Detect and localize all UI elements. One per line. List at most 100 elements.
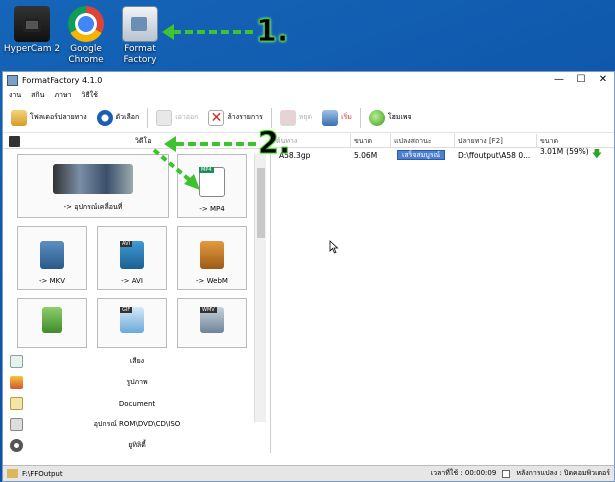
callout-1: 1.	[255, 14, 289, 50]
tile-webm[interactable]: -> WebM	[177, 226, 247, 290]
tile-mobile-device[interactable]: -> อุปกรณ์เคลื่อนที่	[17, 154, 169, 218]
green-film-icon	[42, 307, 62, 333]
status-badge: เสร็จสมบูรณ์	[397, 149, 446, 160]
elapsed-time: เวลาที่ใช้ : 00:00:09	[430, 469, 497, 477]
category-list: เสียง รูปภาพ Document อุปกรณ์ ROM\DVD\CD…	[3, 351, 271, 456]
close-button[interactable]: ✕	[592, 72, 614, 88]
folder-icon	[11, 109, 27, 126]
col-out-size[interactable]: ขนาด	[537, 134, 614, 147]
category-pane: วิดีโอ -> อุปกรณ์เคลื่อนที่ MP4 -> MP4 -…	[3, 134, 271, 453]
output-size-cell: 3.01M (59%) 🡇	[537, 147, 614, 164]
output-size: 3.01M	[540, 146, 564, 156]
scrollbar-thumb[interactable]	[257, 168, 265, 238]
mobile-devices-icon	[53, 164, 133, 194]
menu-help[interactable]: วิธีใช้	[82, 90, 98, 101]
camera-icon	[14, 6, 50, 42]
desktop-icon-label: Google Chrome	[68, 44, 104, 65]
minimize-button[interactable]: —	[548, 72, 570, 88]
options-label: ตัวเลือก	[115, 113, 140, 121]
after-convert-label: หลังการแปลง : ปิดคอมพิวเตอร์	[516, 469, 610, 477]
source-size: 5.06M	[354, 150, 378, 160]
category-label: อุปกรณ์ ROM\DVD\CD\ISO	[93, 420, 181, 428]
remove-button[interactable]: เอาออก	[152, 106, 202, 130]
table-row[interactable]: A58.3gp 5.06M เสร็จสมบูรณ์ D:\ffoutput\A…	[273, 147, 614, 164]
output-folder-path[interactable]: F:\FFOutput	[22, 470, 63, 478]
tile-label: -> WebM	[196, 277, 228, 285]
category-label: รูปภาพ	[126, 378, 148, 386]
category-label: Document	[118, 399, 156, 408]
output-folder-button[interactable]: โฟลเดอร์ปลายทาง	[7, 106, 91, 130]
status-cell: เสร็จสมบูรณ์	[391, 149, 455, 161]
stop-icon	[279, 109, 296, 126]
clear-list-label: ล้างรายการ	[227, 113, 263, 121]
gif-icon: GIF	[120, 307, 144, 333]
category-header-label: วิดีโอ	[135, 136, 152, 145]
format-factory-desktop-icon[interactable]: Format Factory	[110, 6, 170, 66]
output-folder-label: โฟลเดอร์ปลายทาง	[30, 113, 87, 121]
menu-bar: งาน สกิน ภาษา วิธีใช้	[3, 88, 614, 103]
output-path: D:\ffoutput\A58 0...	[458, 150, 531, 160]
format-factory-window: FormatFactory 4.1.0 — ☐ ✕ งาน สกิน ภาษา …	[2, 71, 615, 482]
output-folder-icon	[7, 469, 18, 478]
tile-avi[interactable]: AVI -> AVI	[97, 226, 167, 290]
start-button[interactable]: เริ่ม	[318, 106, 356, 130]
callout-2: 2.	[257, 126, 291, 162]
start-label: เริ่ม	[341, 113, 352, 121]
tile-label: -> อุปกรณ์เคลื่อนที่	[63, 203, 123, 211]
category-document[interactable]: Document	[3, 393, 271, 414]
tile-format-6[interactable]	[17, 298, 87, 348]
options-icon	[96, 109, 113, 126]
video-category-icon	[9, 135, 20, 147]
desktop-icon-label: Format Factory	[123, 44, 157, 65]
maximize-button[interactable]: ☐	[570, 72, 592, 88]
tile-gif[interactable]: GIF	[97, 298, 167, 348]
task-list-pane: ต้นทาง ขนาด แปลงสถานะ ปลายทาง [F2] ขนาด …	[273, 134, 614, 453]
col-status[interactable]: แปลงสถานะ	[391, 134, 455, 147]
category-label: ยูทิลิตี้	[128, 441, 146, 449]
tile-label: -> MKV	[38, 277, 66, 285]
callout-diagonal-arrow	[152, 148, 200, 190]
homepage-button[interactable]: โฮมเพจ	[365, 106, 416, 130]
homepage-label: โฮมเพจ	[387, 113, 412, 121]
remove-label: เอาออก	[175, 113, 199, 121]
wmv-icon: WMV	[200, 307, 224, 333]
remove-icon	[156, 109, 173, 126]
after-convert-checkbox[interactable]	[502, 469, 511, 478]
category-picture[interactable]: รูปภาพ	[3, 372, 271, 393]
avi-film-icon: AVI	[120, 241, 144, 269]
menu-skin[interactable]: สกิน	[31, 90, 44, 101]
compression-ratio: (59%)	[566, 146, 589, 156]
menu-task[interactable]: งาน	[9, 90, 21, 101]
toolbar: โฟลเดอร์ปลายทาง ตัวเลือก เอาออก ✕ ล้างรา…	[3, 103, 614, 133]
callout-arrow-1	[173, 30, 253, 34]
wmv-badge: WMV	[200, 307, 217, 313]
avi-badge: AVI	[120, 241, 132, 247]
hypercam-desktop-icon[interactable]: HyperCam 2	[2, 6, 62, 55]
mkv-film-icon	[40, 241, 64, 269]
stop-label: หยุด	[298, 113, 313, 121]
col-output[interactable]: ปลายทาง [F2]	[455, 134, 537, 147]
app-icon	[7, 74, 18, 86]
webm-film-icon	[200, 241, 224, 269]
col-size[interactable]: ขนาด	[351, 134, 391, 147]
category-rom-dvd[interactable]: อุปกรณ์ ROM\DVD\CD\ISO	[3, 414, 271, 435]
menu-language[interactable]: ภาษา	[54, 90, 71, 101]
window-title: FormatFactory 4.1.0	[22, 75, 103, 85]
status-bar: F:\FFOutput เวลาที่ใช้ : 00:00:09 หลังกา…	[3, 465, 614, 481]
start-icon	[322, 109, 339, 126]
chrome-desktop-icon[interactable]: Google Chrome	[56, 6, 116, 66]
down-arrow-icon: 🡇	[591, 148, 602, 160]
options-button[interactable]: ตัวเลือก	[93, 106, 144, 130]
tile-label: -> MP4	[199, 205, 225, 213]
tile-mkv[interactable]: -> MKV	[17, 226, 87, 290]
tile-label: -> AVI	[121, 277, 143, 285]
category-label: เสียง	[129, 357, 145, 365]
category-utilities[interactable]: ยูทิลิตี้	[3, 435, 271, 456]
mouse-cursor-icon	[329, 240, 339, 254]
desktop-icon-label: HyperCam 2	[3, 44, 61, 54]
tile-wmv[interactable]: WMV	[177, 298, 247, 348]
clear-list-icon: ✕	[208, 109, 225, 126]
title-bar[interactable]: FormatFactory 4.1.0 — ☐ ✕	[3, 72, 614, 88]
globe-icon	[368, 109, 385, 126]
category-audio[interactable]: เสียง	[3, 351, 271, 372]
